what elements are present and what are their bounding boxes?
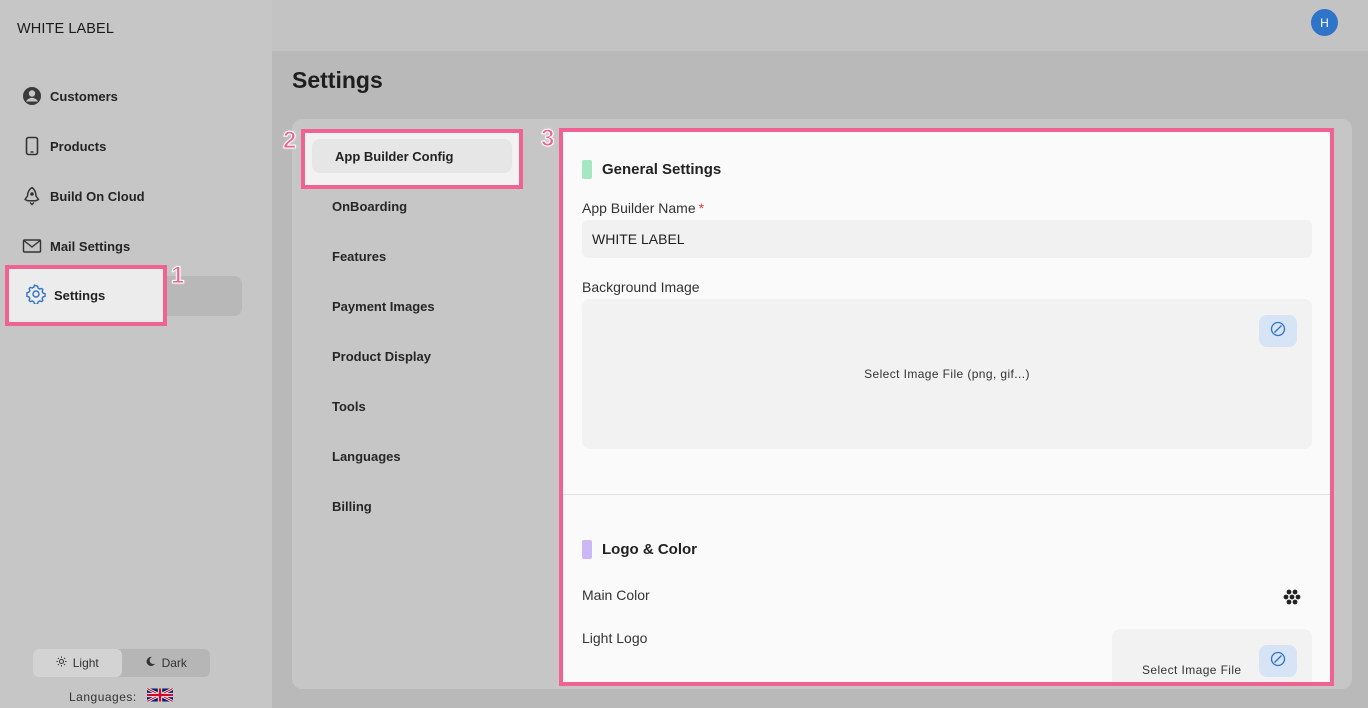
gear-icon xyxy=(26,284,46,307)
main-color-label: Main Color xyxy=(582,587,650,603)
settings-nav-onboarding[interactable]: OnBoarding xyxy=(332,199,407,214)
sidebar-item-settings[interactable]: Settings xyxy=(5,265,167,326)
clear-icon xyxy=(1270,651,1286,672)
background-image-label: Background Image xyxy=(582,279,700,295)
clear-background-image-button[interactable] xyxy=(1259,315,1297,347)
sidebar-item-label: Products xyxy=(50,138,107,154)
section-marker xyxy=(582,540,592,559)
callout-number: 1 xyxy=(170,262,185,289)
callout-number: 2 xyxy=(282,127,297,154)
theme-dark-button[interactable]: Dark xyxy=(122,649,211,677)
clear-icon xyxy=(1270,321,1286,342)
settings-nav-tools[interactable]: Tools xyxy=(332,399,366,414)
sidebar-item-build-on-cloud[interactable]: Build On Cloud xyxy=(22,184,145,208)
color-picker-button[interactable] xyxy=(1282,587,1302,607)
languages-label: Languages: xyxy=(69,689,137,704)
label-text: App Builder Name xyxy=(582,200,696,216)
general-settings-heading: General Settings xyxy=(582,160,721,179)
settings-nav-languages[interactable]: Languages xyxy=(332,449,401,464)
section-title: Logo & Color xyxy=(602,541,697,558)
sidebar-item-label: Customers xyxy=(50,88,118,104)
app-builder-name-label: App Builder Name * xyxy=(582,200,704,216)
theme-dark-label: Dark xyxy=(161,656,187,670)
settings-nav-app-builder-config[interactable]: App Builder Config xyxy=(301,129,523,189)
background-image-dropzone[interactable]: Select Image File (png, gif...) xyxy=(582,299,1312,449)
top-bar: H xyxy=(272,0,1368,51)
light-logo-label: Light Logo xyxy=(582,630,648,646)
sidebar-item-label: Build On Cloud xyxy=(50,188,145,204)
theme-toggle[interactable]: Light Dark xyxy=(33,649,210,677)
avatar[interactable]: H xyxy=(1311,9,1338,36)
clear-light-logo-button[interactable] xyxy=(1259,645,1297,677)
theme-light-label: Light xyxy=(72,656,99,670)
theme-light-button[interactable]: Light xyxy=(33,649,122,677)
sidebar-item-customers[interactable]: Customers xyxy=(22,84,118,108)
sidebar: WHITE LABEL Customers Products Build On … xyxy=(0,0,272,708)
settings-nav-product-display[interactable]: Product Display xyxy=(332,349,431,364)
mail-icon xyxy=(22,236,42,256)
section-title: General Settings xyxy=(602,161,722,178)
language-selector[interactable]: Languages: xyxy=(69,688,173,705)
section-divider xyxy=(563,494,1330,495)
settings-nav-label: App Builder Config xyxy=(312,139,512,173)
section-marker xyxy=(582,160,592,179)
user-circle-icon xyxy=(22,86,42,106)
settings-nav-features[interactable]: Features xyxy=(332,249,386,264)
sidebar-item-label: Mail Settings xyxy=(50,238,131,254)
required-mark: * xyxy=(698,200,705,216)
callout-number: 3 xyxy=(540,125,555,152)
rocket-icon xyxy=(22,186,42,206)
brand-title: WHITE LABEL xyxy=(17,21,114,37)
sidebar-item-mail-settings[interactable]: Mail Settings xyxy=(22,234,130,258)
config-panel: General Settings App Builder Name* Backg… xyxy=(559,128,1334,686)
moon-icon xyxy=(145,656,156,670)
page-title: Settings xyxy=(292,67,383,93)
dropzone-placeholder: Select Image File xyxy=(1142,663,1242,677)
uk-flag-icon[interactable] xyxy=(146,688,173,705)
app-builder-name-input[interactable] xyxy=(582,220,1312,258)
phone-icon xyxy=(22,136,42,156)
settings-nav-billing[interactable]: Billing xyxy=(332,499,372,514)
sidebar-item-products[interactable]: Products xyxy=(22,134,106,158)
dropzone-placeholder: Select Image File (png, gif...) xyxy=(864,367,1030,381)
sidebar-item-label: Settings xyxy=(54,288,106,303)
settings-nav-payment-images[interactable]: Payment Images xyxy=(332,299,435,314)
logo-color-heading: Logo & Color xyxy=(582,540,697,559)
sun-icon xyxy=(56,656,67,670)
palette-icon xyxy=(1282,589,1302,611)
